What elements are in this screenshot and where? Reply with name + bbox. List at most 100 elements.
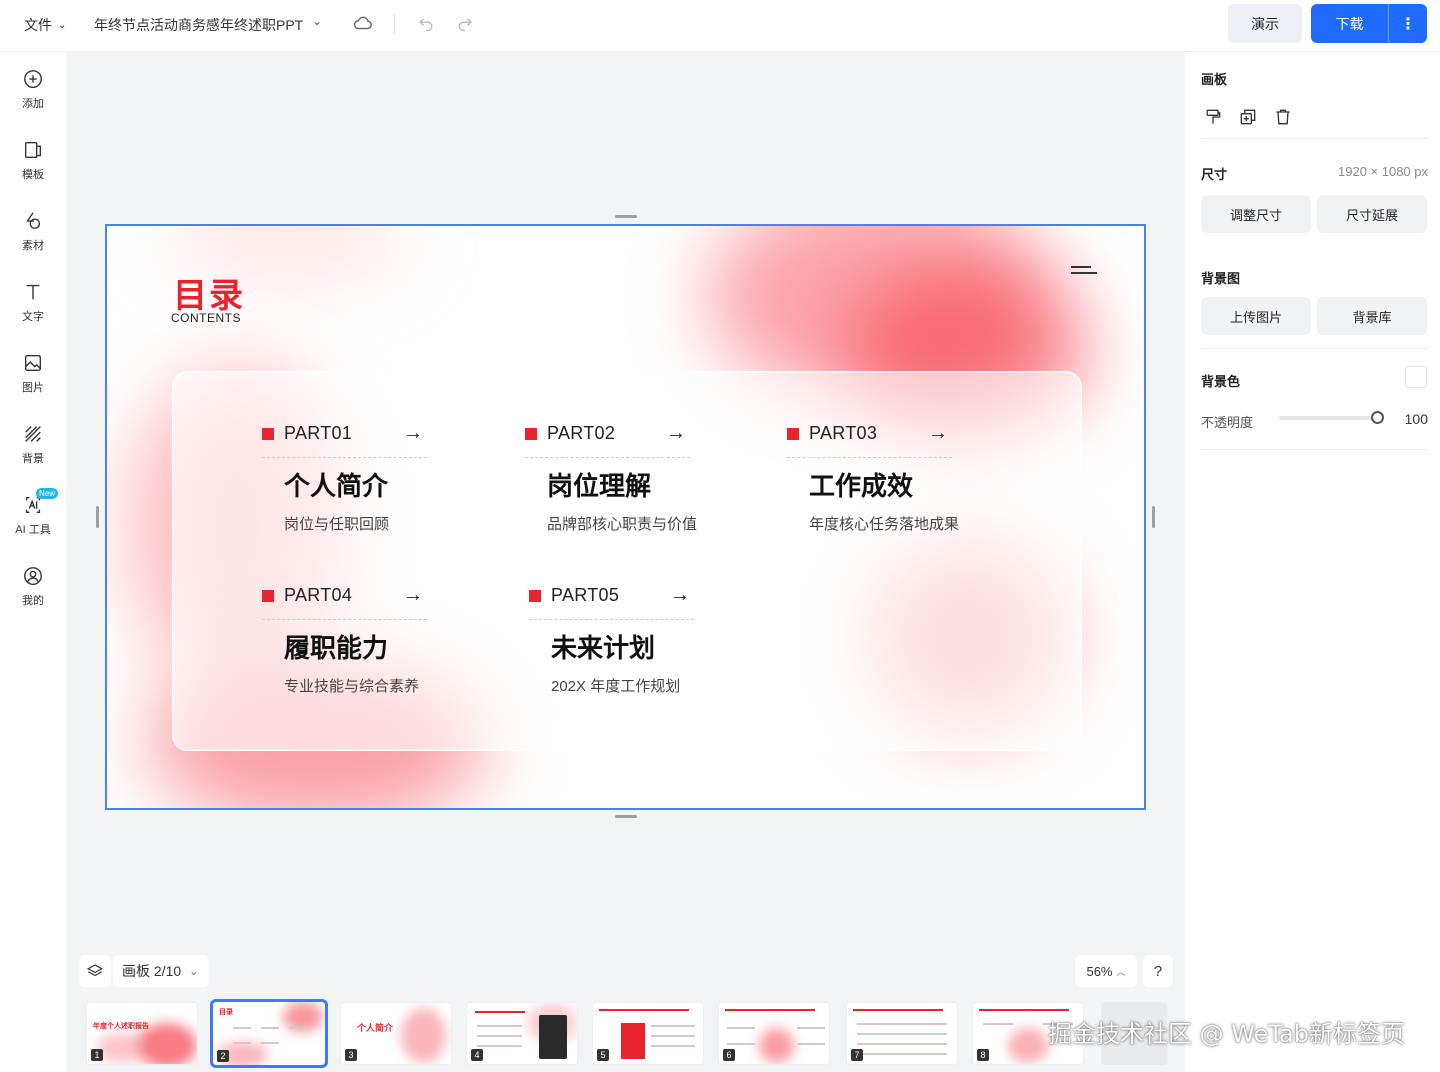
part-item[interactable]: PART04 → 履职能力 专业技能与综合素养 [262, 584, 427, 696]
properties-panel: 画板 尺寸 1920 × 1080 px 调整尺寸 尺寸延展 背景图 上传图片 … [1185, 52, 1440, 1072]
sidebar-item-label: 文字 [22, 311, 44, 323]
part-item[interactable]: PART01 → 个人简介 岗位与任职回顾 [262, 422, 427, 534]
sidebar-item-assets[interactable]: 素材 [0, 210, 66, 270]
resize-handle-bottom[interactable] [615, 815, 637, 818]
sidebar-item-template[interactable]: 模板 [0, 139, 66, 199]
thumbnail-number: 1 [91, 1049, 103, 1061]
sidebar-item-label: 模板 [22, 169, 44, 181]
duplicate-icon[interactable] [1238, 107, 1258, 127]
red-square-icon [529, 589, 541, 602]
opacity-slider-handle[interactable] [1371, 411, 1384, 424]
help-button[interactable]: ? [1143, 955, 1173, 987]
more-options-icon[interactable]: ⋮ [1388, 4, 1427, 43]
thumbnail-number: 5 [597, 1049, 609, 1061]
file-menu[interactable]: 文件 ⌄ [24, 15, 66, 35]
part-title: 工作成效 [809, 472, 914, 502]
sidebar-item-label: AI 工具 [15, 524, 51, 536]
redo-icon[interactable] [455, 13, 475, 33]
upload-image-button[interactable]: 上传图片 [1201, 297, 1311, 335]
part-title: 个人简介 [284, 472, 389, 502]
slide-thumbnail[interactable]: 7 [846, 1002, 958, 1065]
thumbnail-title: 年度个人述职报告 [93, 1023, 149, 1030]
resize-handle-left[interactable] [96, 506, 99, 528]
red-square-icon [787, 427, 799, 440]
document-title[interactable]: 年终节点活动商务感年终述职PPT [94, 15, 303, 35]
page-selector[interactable]: 画板 2/10 ⌄ [113, 955, 209, 987]
bg-color-label: 背景色 [1201, 374, 1241, 389]
sidebar-item-text[interactable]: 文字 [0, 281, 66, 341]
layers-button[interactable] [79, 955, 111, 987]
chevron-down-icon: ⌄ [58, 19, 67, 31]
sidebar-item-label: 图片 [22, 382, 44, 394]
download-label: 下载 [1335, 15, 1364, 32]
thumbnail-number: 8 [977, 1049, 989, 1061]
slide-thumbnail[interactable]: 6 [718, 1002, 830, 1065]
part-item[interactable]: PART03 → 工作成效 年度核心任务落地成果 [787, 422, 959, 534]
arrow-right-icon: → [670, 584, 690, 606]
slide-subtitle[interactable]: CONTENTS [171, 311, 241, 325]
sidebar-item-mine[interactable]: 我的 [0, 565, 66, 625]
sidebar-item-ai-tools[interactable]: New AI 工具 [0, 488, 66, 554]
divider [1201, 138, 1428, 139]
slide-thumbnail[interactable]: 年度个人述职报告 1 [86, 1002, 198, 1065]
sidebar-item-background[interactable]: 背景 [0, 423, 66, 483]
chevron-down-icon[interactable]: ⌄ [312, 14, 322, 28]
cloud-sync-icon[interactable] [352, 12, 374, 34]
sidebar-item-label: 添加 [22, 98, 44, 110]
arrow-right-icon: → [928, 422, 948, 444]
slide-title[interactable]: 目录 [173, 268, 245, 317]
part-title: 履职能力 [284, 634, 389, 664]
format-painter-icon[interactable] [1203, 107, 1223, 127]
sidebar-item-image[interactable]: 图片 [0, 352, 66, 412]
arrow-right-icon: → [666, 422, 686, 444]
undo-icon[interactable] [416, 13, 436, 33]
slide-thumbnail[interactable]: 个人简介 3 [340, 1002, 452, 1065]
part-item[interactable]: PART02 → 岗位理解 品牌部核心职责与价值 [525, 422, 697, 534]
red-square-icon [525, 427, 537, 440]
red-square-icon [262, 589, 274, 602]
thumbnail-number: 4 [471, 1049, 483, 1061]
opacity-slider[interactable] [1279, 416, 1377, 420]
resize-handle-right[interactable] [1152, 506, 1155, 528]
sidebar-item-add[interactable]: 添加 [0, 68, 66, 128]
slide-thumbnail[interactable]: 4 [466, 1002, 578, 1065]
divider [1201, 348, 1428, 349]
sidebar-item-label: 我的 [22, 595, 44, 607]
part-number: PART03 [809, 423, 878, 443]
slide-thumbnail[interactable]: 5 [592, 1002, 704, 1065]
opacity-value[interactable]: 100 [1405, 411, 1428, 427]
divider [394, 14, 395, 34]
resize-handle-top[interactable] [615, 215, 637, 218]
chevron-up-icon: ︿ [1116, 966, 1126, 977]
sidebar-item-label: 背景 [22, 453, 44, 465]
page-indicator: 画板 2/10 [122, 963, 182, 979]
file-menu-label: 文件 [24, 17, 52, 33]
part-desc: 岗位与任职回顾 [284, 516, 390, 533]
left-sidebar: 添加 模板 素材 文字 图片 背景 New AI 工具 我的 [0, 52, 66, 1072]
thumbnail-number: 6 [723, 1049, 735, 1061]
download-button[interactable]: 下载 ⋮ [1311, 4, 1427, 43]
user-icon [24, 567, 42, 585]
part-item[interactable]: PART05 → 未来计划 202X 年度工作规划 [529, 584, 694, 696]
slide-canvas[interactable]: 目录 CONTENTS PART01 → 个人简介 岗位与任职回顾 PART02 →… [105, 224, 1146, 810]
extend-size-button[interactable]: 尺寸延展 [1317, 195, 1427, 233]
template-icon [24, 141, 42, 159]
bg-image-label: 背景图 [1201, 271, 1241, 286]
slide-thumbnail-selected[interactable]: 目录 2 [210, 999, 328, 1068]
bg-library-button[interactable]: 背景库 [1317, 297, 1427, 335]
thumbnail-number: 2 [217, 1050, 229, 1062]
bg-color-swatch[interactable] [1405, 366, 1427, 388]
zoom-value: 56% [1086, 963, 1113, 979]
thumbnail-title: 目录 [219, 1009, 233, 1016]
sidebar-item-label: 素材 [22, 240, 44, 252]
delete-icon[interactable] [1273, 107, 1293, 127]
part-desc: 年度核心任务落地成果 [809, 516, 960, 533]
plus-circle-icon [24, 70, 42, 88]
section-heading-board: 画板 [1201, 72, 1228, 87]
zoom-control[interactable]: 56% ︿ [1075, 955, 1137, 987]
thumbnail-number: 7 [851, 1049, 863, 1061]
resize-button[interactable]: 调整尺寸 [1201, 195, 1311, 233]
present-button[interactable]: 演示 [1228, 4, 1302, 43]
portrait-image [539, 1015, 567, 1059]
arrow-right-icon: → [403, 422, 423, 444]
